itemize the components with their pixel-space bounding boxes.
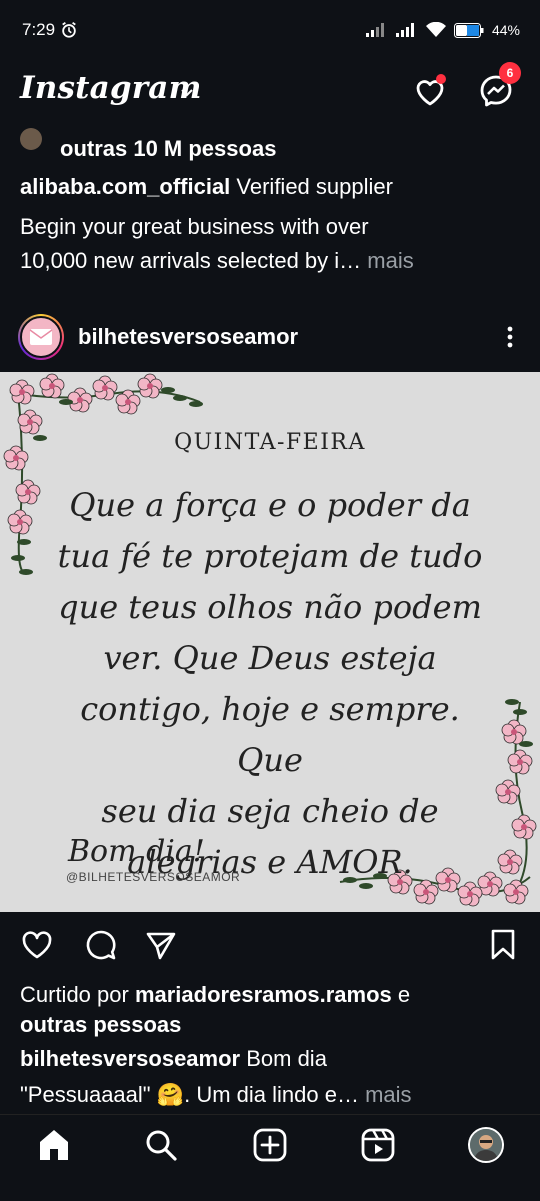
liked-by-others[interactable]: outras pessoas	[20, 1012, 181, 1038]
quote-text: Que a força e o poder da tua fé te prote…	[57, 486, 483, 881]
day-label: QUINTA-FEIRA	[174, 430, 366, 455]
bookmark-icon[interactable]	[486, 928, 520, 962]
post-image[interactable]: QUINTA-FEIRA Que a força e o poder da tu…	[0, 372, 540, 912]
wifi-icon	[425, 22, 446, 37]
status-bar: 7:29 44%	[0, 0, 540, 62]
more-link[interactable]: mais	[361, 248, 413, 273]
share-icon[interactable]	[144, 928, 178, 962]
chevron-down-icon[interactable]	[178, 84, 196, 102]
caption-line: Begin your great business with over	[20, 214, 369, 239]
caption-line: 10,000 new arrivals selected by i… mais	[20, 248, 414, 273]
more-options-icon[interactable]	[500, 324, 520, 350]
notification-dot	[436, 74, 446, 84]
caption: bilhetesversoseamor Bom dia	[20, 1046, 327, 1071]
story-ring-avatar[interactable]	[18, 314, 64, 360]
messages-badge: 6	[499, 62, 521, 84]
battery-percent: 44%	[491, 22, 520, 38]
profile-photo	[470, 1129, 502, 1161]
signature: Bom dia!	[68, 834, 205, 869]
signal-icon	[395, 23, 414, 37]
caption-username[interactable]: bilhetesversoseamor	[20, 1046, 240, 1071]
post-username[interactable]: bilhetesversoseamor	[78, 324, 298, 350]
more-link[interactable]: mais	[359, 1082, 411, 1107]
comment-icon[interactable]	[84, 928, 118, 962]
like-heart-icon[interactable]	[20, 928, 54, 962]
liked-by: Curtido por mariadoresramos.ramos e	[20, 982, 411, 1007]
liked-by-text: outras 10 M pessoas	[60, 136, 277, 161]
caption: alibaba.com_official Verified supplier	[20, 174, 393, 199]
alarm-icon	[62, 22, 76, 38]
avatar[interactable]	[20, 128, 42, 150]
home-icon[interactable]	[36, 1127, 72, 1163]
avatar	[20, 316, 62, 358]
app-logo[interactable]: Instagram	[20, 70, 202, 106]
reels-icon[interactable]	[360, 1127, 396, 1163]
create-post-icon[interactable]	[252, 1127, 288, 1163]
profile-avatar[interactable]	[468, 1127, 504, 1163]
image-handle: @BILHETESVERSOSEAMOR	[66, 870, 241, 884]
caption-username[interactable]: alibaba.com_official	[20, 174, 230, 199]
liked-by-user[interactable]: mariadoresramos.ramos	[135, 982, 392, 1007]
signal-icon	[365, 23, 384, 37]
search-icon[interactable]	[143, 1127, 179, 1163]
caption-line: "Pessuaaaal" 🤗. Um dia lindo e… mais	[20, 1082, 412, 1107]
clock: 7:29	[22, 20, 56, 39]
envelope-icon	[29, 329, 53, 345]
battery-icon	[453, 22, 484, 38]
